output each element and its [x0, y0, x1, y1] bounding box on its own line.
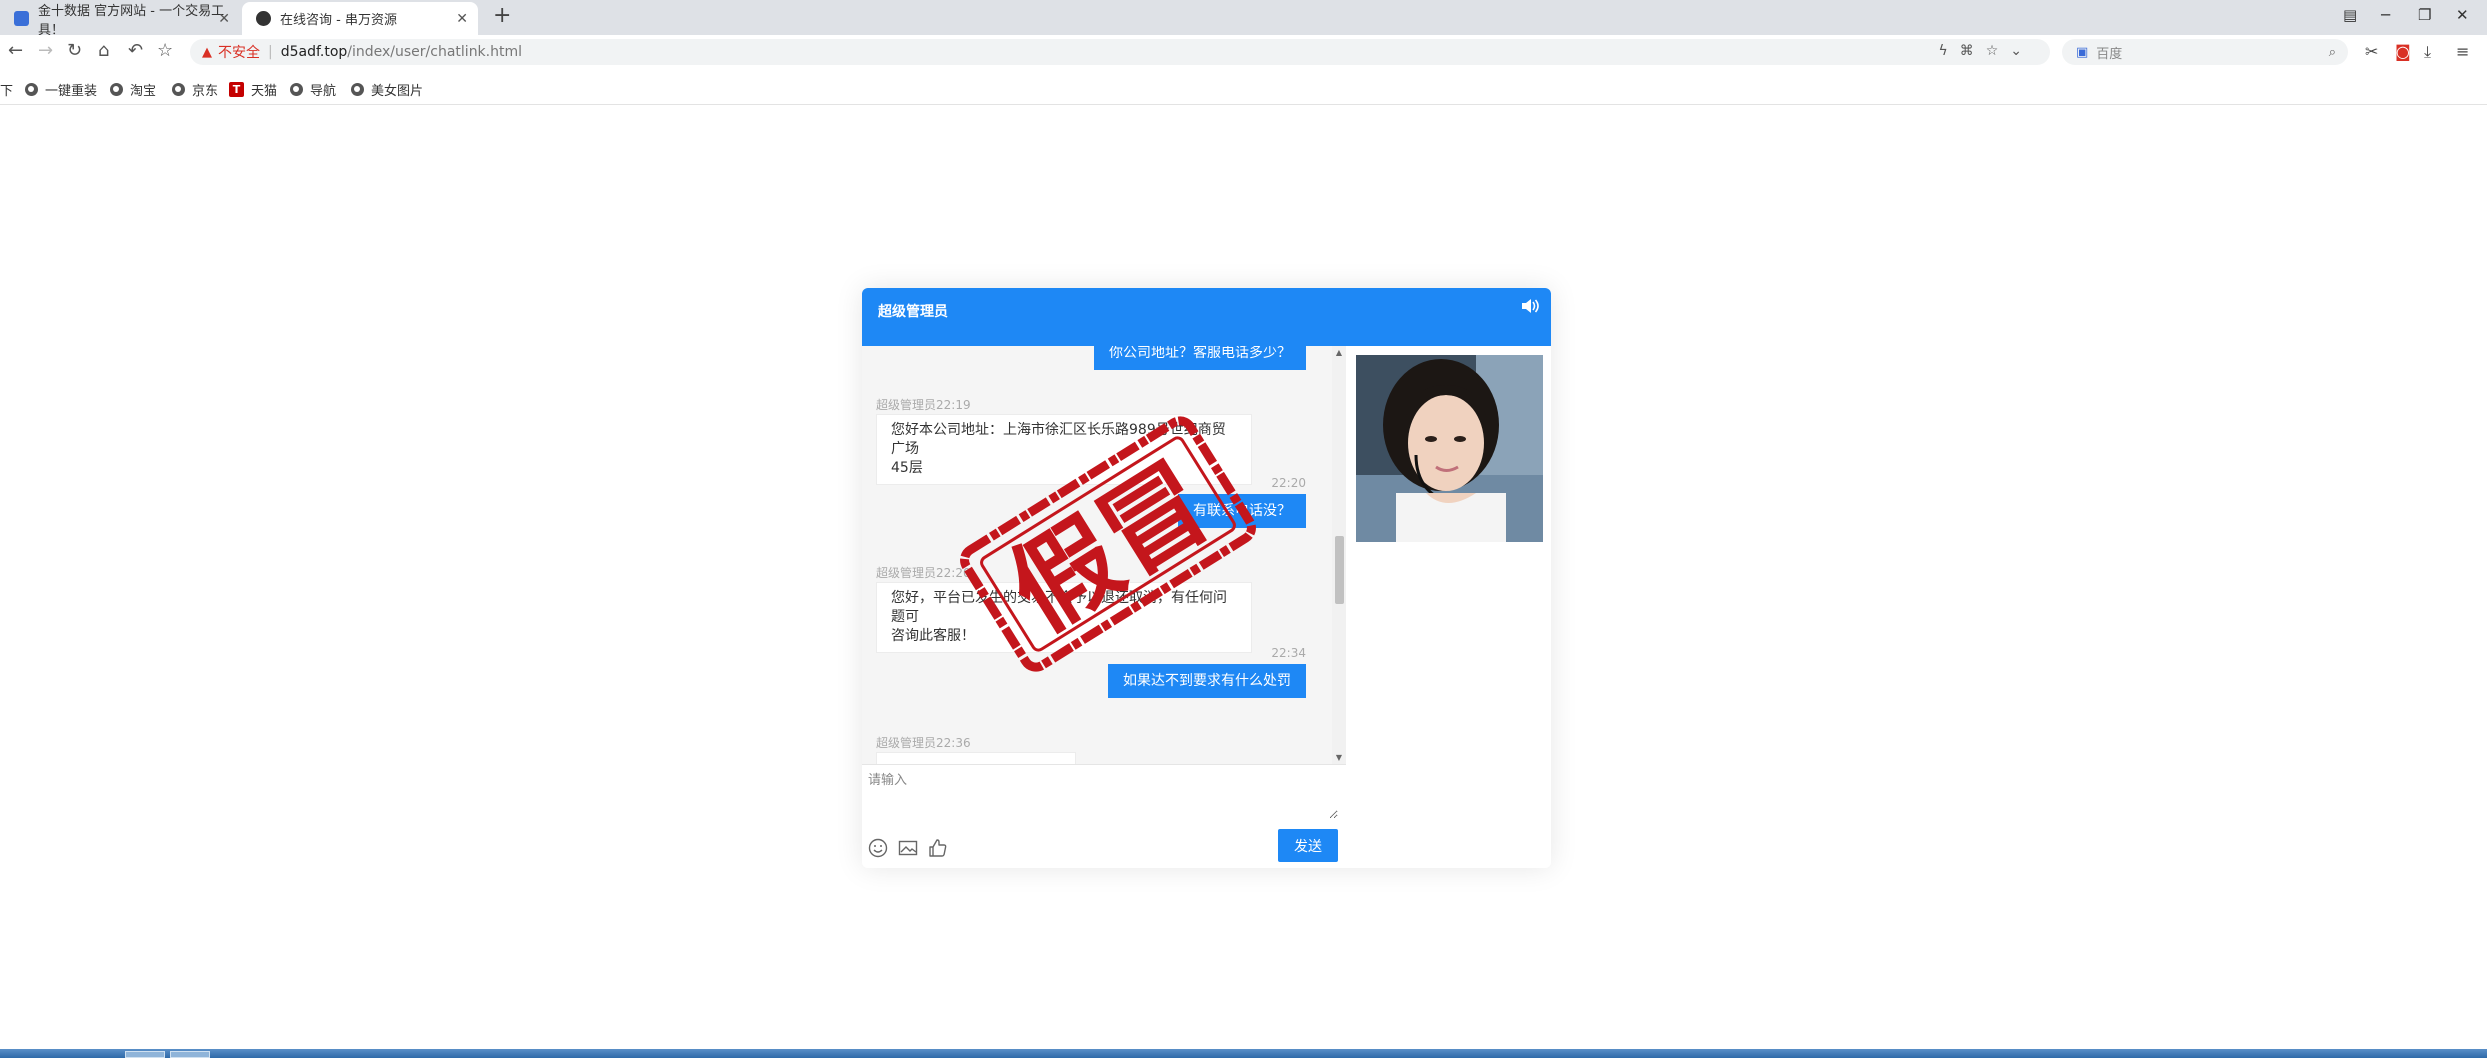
speaker-icon[interactable]	[1521, 298, 1539, 314]
chat-header: 超级管理员	[862, 288, 1551, 346]
reading-list-icon[interactable]: ▤	[2343, 6, 2357, 24]
outgoing-message: 有联系电话没？	[1178, 494, 1306, 528]
tab-strip: 金十数据 官方网站 - 一个交易工具！ ✕ 在线咨询 - 串万资源 ✕ + ▤ …	[0, 0, 2487, 38]
message-sender-time: 超级管理员22:19	[876, 398, 971, 412]
bookmark-item[interactable]: 导航	[290, 80, 336, 99]
tmall-icon: T	[229, 82, 244, 97]
minimize-icon[interactable]: ─	[2381, 6, 2390, 24]
message-text: 你公司地址？客服电话多少？	[1109, 346, 1291, 361]
message-line: 咨询此客服！	[891, 628, 975, 644]
back-icon[interactable]: ←	[8, 40, 23, 61]
outgoing-message: 你公司地址？客服电话多少？	[1094, 346, 1306, 370]
send-button[interactable]: 发送	[1278, 829, 1338, 862]
message-list[interactable]: 你公司地址？客服电话多少？ 超级管理员22:19 您好本公司地址：上海市徐汇区长…	[862, 346, 1332, 764]
search-icon[interactable]: ⌕	[2329, 45, 2336, 60]
taskbar-button[interactable]	[170, 1051, 210, 1058]
agent-photo	[1356, 355, 1543, 542]
message-text: 有联系电话没？	[1193, 503, 1291, 519]
bookmark-label: 下	[0, 84, 14, 99]
forward-icon[interactable]: →	[38, 40, 53, 61]
bookmark-label: 京东	[192, 84, 219, 99]
incoming-message: 您好本公司地址：上海市徐汇区长乐路989号世纪商贸广场 45层	[876, 414, 1252, 485]
restore-icon[interactable]: ❐	[2418, 6, 2431, 24]
warning-icon: ▲	[202, 44, 212, 60]
site-favicon-icon	[256, 11, 271, 26]
search-input[interactable]: ▣ 百度 ⌕	[2062, 39, 2348, 65]
extension-icon[interactable]: ◙	[2395, 42, 2411, 61]
taskbar-button[interactable]	[125, 1051, 165, 1058]
close-tab-icon[interactable]: ✕	[456, 11, 468, 27]
scroll-up-icon[interactable]: ▲	[1332, 348, 1346, 357]
bookmark-item[interactable]: 京东	[172, 80, 218, 99]
bookmarks-bar: 下 一键重装 淘宝 京东 T 天猫 导航 美女图片	[0, 69, 2487, 105]
bookmark-item[interactable]: 淘宝	[110, 80, 156, 99]
home-icon[interactable]: ⌂	[98, 40, 109, 61]
menu-icon[interactable]: ≡	[2456, 42, 2469, 61]
message-line: 您好本公司地址：上海市徐汇区长乐路989号世纪商贸广场	[891, 422, 1226, 457]
image-icon[interactable]	[897, 837, 919, 859]
bookmark-star-icon[interactable]: ☆	[157, 40, 173, 61]
reload-icon[interactable]: ↻	[67, 40, 82, 61]
message-time: 22:20	[1271, 476, 1306, 490]
chat-window: 超级管理员 你公司地址？客服电话多少？ 超级管理员22:19 您好本公司地址：上…	[862, 288, 1551, 868]
download-icon[interactable]: ⤓	[2424, 42, 2431, 62]
thumbs-up-icon[interactable]	[927, 837, 949, 859]
bookmark-item[interactable]: T 天猫	[229, 80, 277, 99]
bookmark-label: 导航	[310, 84, 337, 99]
baidu-icon: ▣	[2076, 44, 2089, 60]
url-host: d5adf.top	[280, 44, 348, 60]
globe-icon	[110, 83, 123, 96]
scroll-down-icon[interactable]: ▼	[1332, 753, 1346, 762]
message-scrollbar[interactable]: ▲ ▼	[1332, 346, 1346, 764]
composer: 发送	[862, 764, 1346, 868]
agent-sidebar	[1346, 346, 1551, 868]
close-window-icon[interactable]: ✕	[2456, 6, 2469, 24]
scroll-thumb[interactable]	[1335, 536, 1344, 604]
incoming-message	[876, 752, 1076, 764]
outgoing-message: 如果达不到要求有什么处罚	[1108, 664, 1306, 698]
close-tab-icon[interactable]: ✕	[218, 11, 230, 27]
globe-icon	[172, 83, 185, 96]
bookmark-item[interactable]: 下	[0, 80, 13, 99]
address-toolbar: ← → ↻ ⌂ ↶ ☆ ▲ 不安全 | d5adf.top/index/user…	[0, 35, 2487, 69]
globe-icon	[351, 83, 364, 96]
tab-jin10[interactable]: 金十数据 官方网站 - 一个交易工具！ ✕	[0, 2, 240, 38]
tab-title: 金十数据 官方网站 - 一个交易工具！	[38, 3, 225, 38]
new-tab-icon[interactable]: +	[493, 3, 511, 28]
bookmark-item[interactable]: 美女图片	[351, 80, 423, 99]
globe-icon	[290, 83, 303, 96]
security-label[interactable]: 不安全	[218, 42, 260, 62]
jin10-favicon-icon	[14, 11, 29, 26]
os-taskbar	[0, 1049, 2487, 1058]
message-line: 您好，平台已发生的交易不会予以退还取消，有任何问题可	[891, 590, 1227, 625]
message-text: 如果达不到要求有什么处罚	[1123, 673, 1291, 689]
globe-icon	[25, 83, 38, 96]
bookmark-label: 天猫	[251, 84, 278, 99]
url-action-icons[interactable]: ϟ⌘☆⌄	[1938, 43, 2034, 59]
undo-close-icon[interactable]: ↶	[128, 40, 143, 61]
bookmark-item[interactable]: 一键重装	[25, 80, 97, 99]
message-line: 45层	[891, 460, 923, 476]
incoming-message: 您好，平台已发生的交易不会予以退还取消，有任何问题可 咨询此客服！	[876, 582, 1252, 653]
url-separator: |	[268, 44, 273, 60]
message-sender-time: 超级管理员22:36	[876, 736, 971, 750]
search-placeholder: 百度	[2096, 46, 2123, 62]
bookmark-label: 美女图片	[371, 84, 424, 99]
chat-title: 超级管理员	[878, 304, 948, 320]
tab-chat[interactable]: 在线咨询 - 串万资源 ✕	[242, 2, 478, 35]
message-time: 22:34	[1271, 646, 1306, 660]
scissors-icon[interactable]: ✂	[2365, 42, 2378, 61]
message-sender-time: 超级管理员22:20	[876, 566, 971, 580]
url-path: /index/user/chatlink.html	[347, 44, 523, 60]
tab-title: 在线咨询 - 串万资源	[280, 13, 397, 28]
emoji-icon[interactable]	[867, 837, 889, 859]
message-input[interactable]	[868, 769, 1338, 819]
bookmark-label: 一键重装	[45, 84, 98, 99]
url-field[interactable]: ▲ 不安全 | d5adf.top/index/user/chatlink.ht…	[190, 39, 2050, 65]
bookmark-label: 淘宝	[130, 84, 157, 99]
